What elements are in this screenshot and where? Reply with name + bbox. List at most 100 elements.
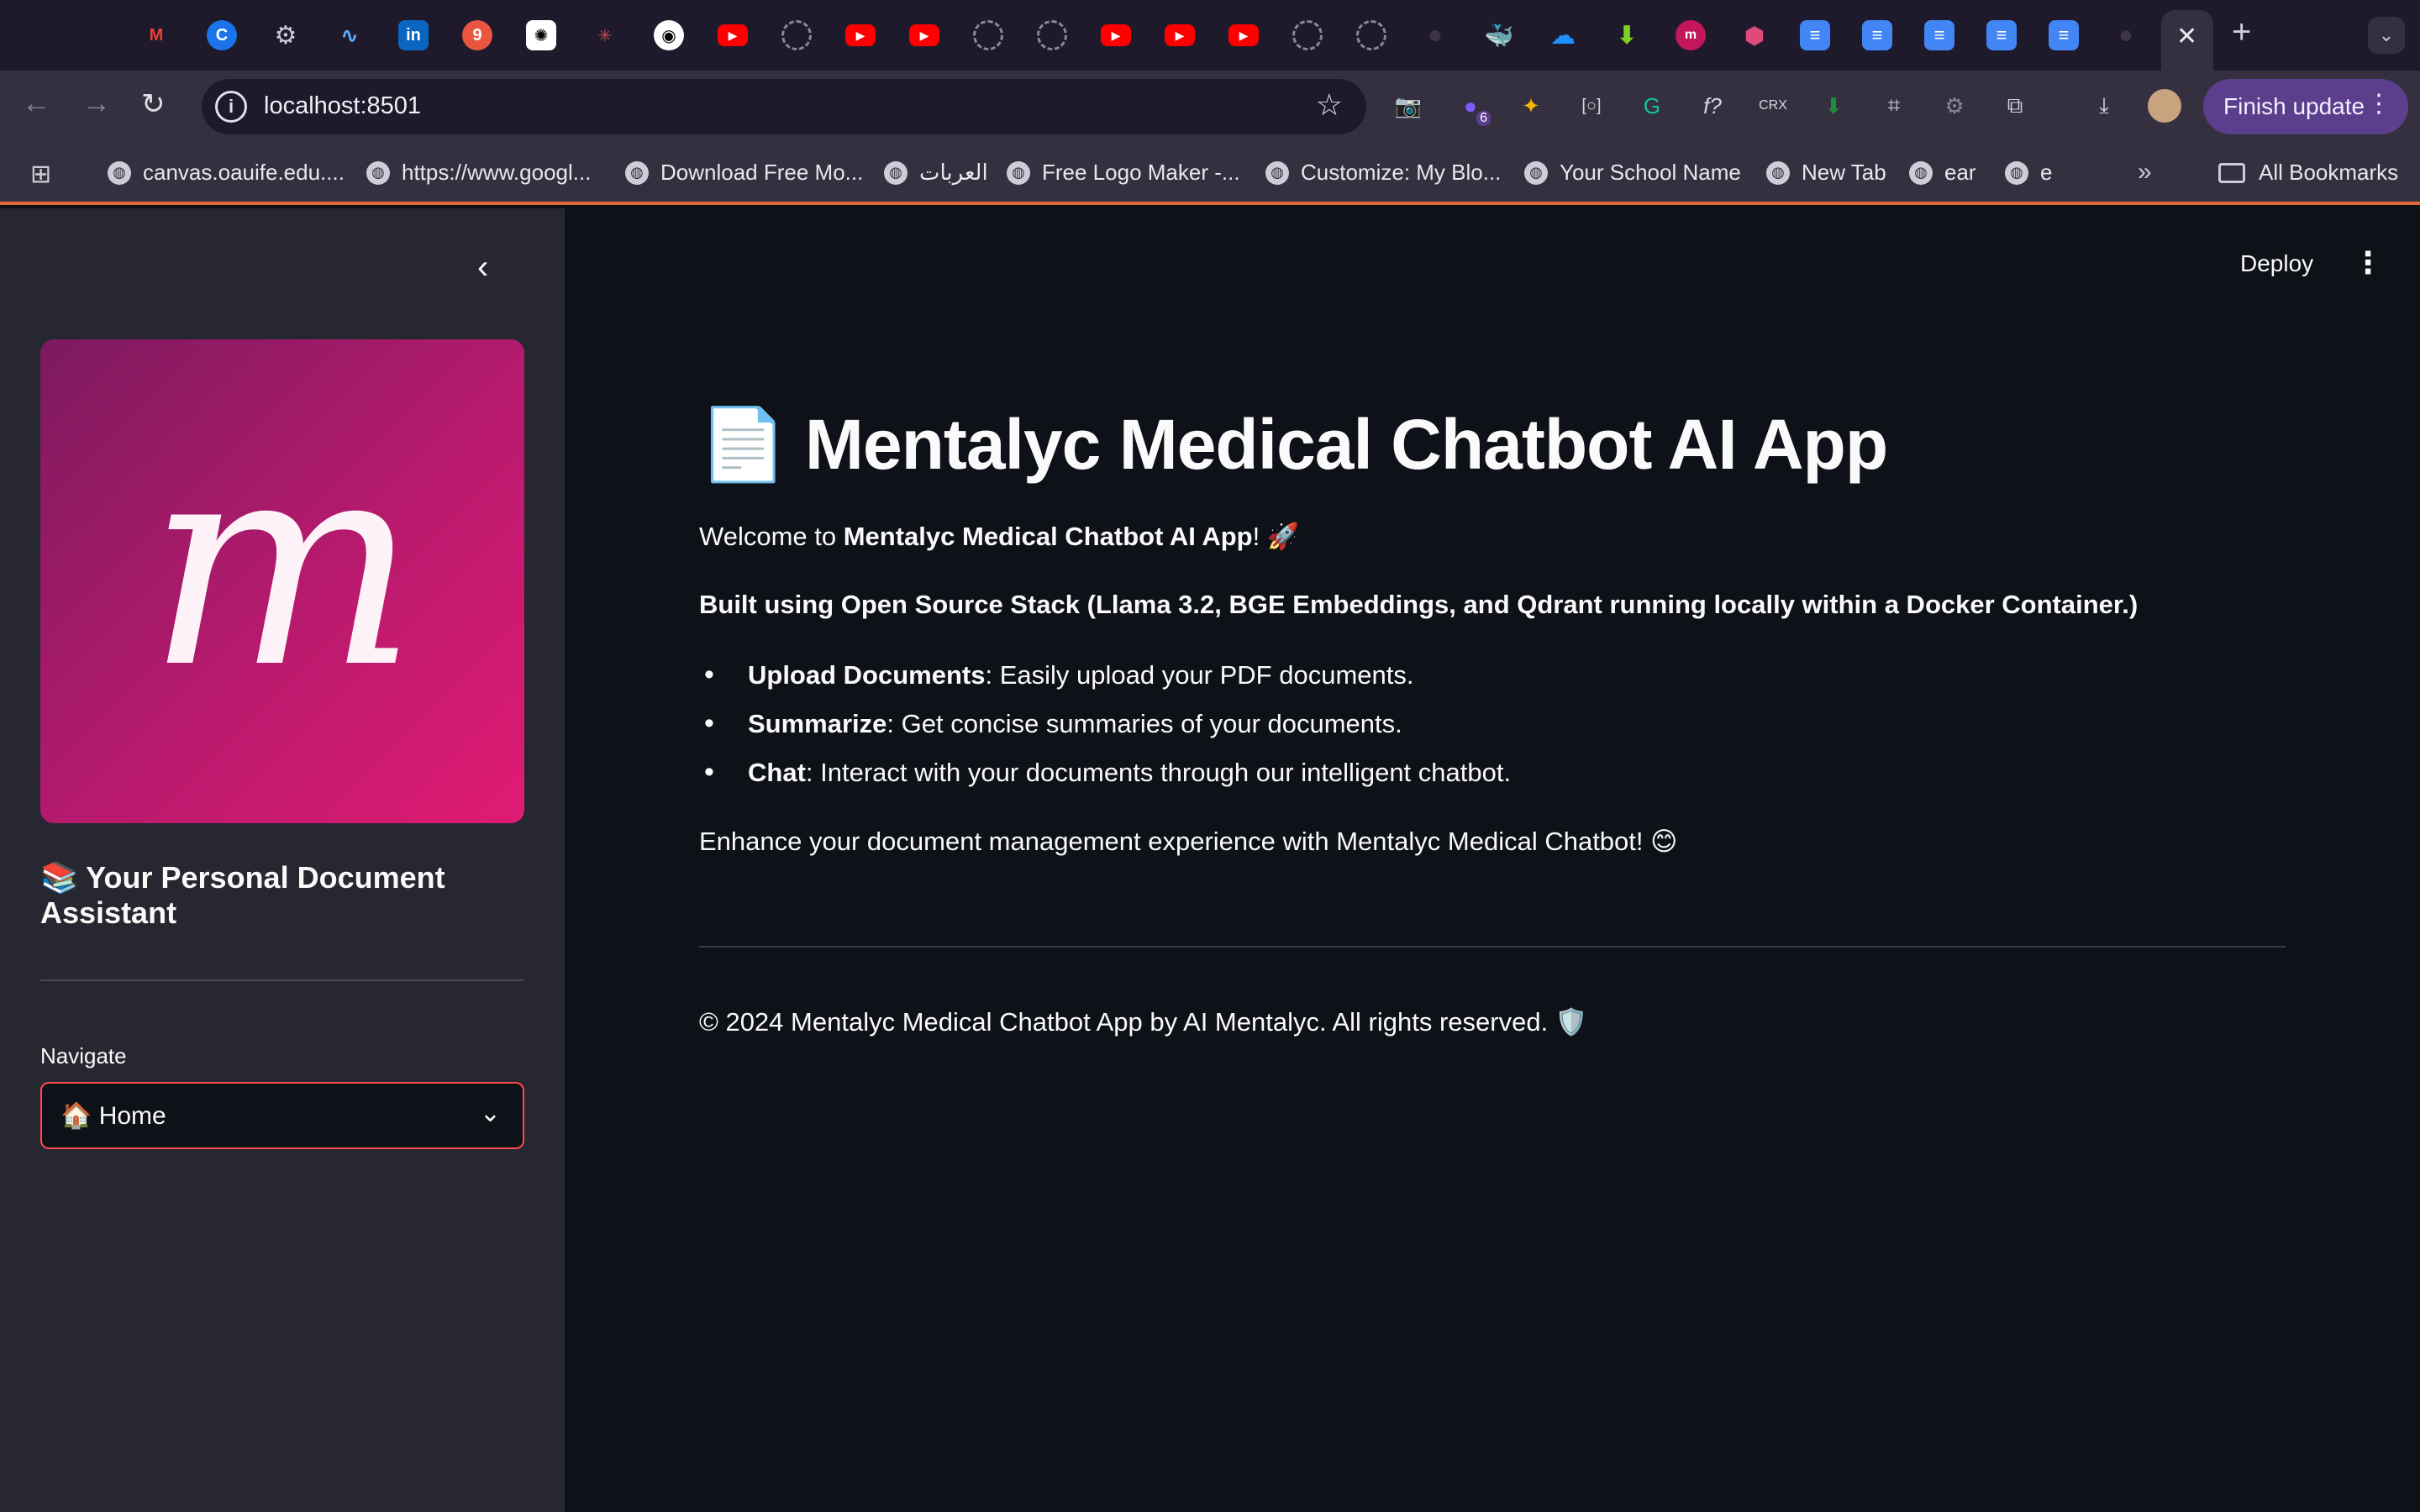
download-arrow-icon[interactable]: ⬇ xyxy=(1612,20,1642,50)
grammarly-icon[interactable]: C xyxy=(207,20,237,50)
list-item: Summarize: Get concise summaries of your… xyxy=(699,707,1511,758)
reload-button[interactable]: ↻ xyxy=(141,87,166,121)
bookmark-item[interactable]: ◍ New Tab xyxy=(1766,160,1886,186)
deploy-button[interactable]: Deploy xyxy=(2240,250,2313,277)
google-docs-icon[interactable]: ≡ xyxy=(2049,20,2079,50)
app-logo: m xyxy=(40,339,524,823)
more-bookmarks-icon[interactable]: » xyxy=(2138,158,2152,186)
navigate-select[interactable]: 🏠 Home ⌄ xyxy=(40,1082,524,1149)
youtube-icon[interactable]: ▶ xyxy=(1101,24,1131,46)
bookmark-item[interactable]: ◍ https://www.googl... xyxy=(366,160,591,186)
google-docs-icon[interactable]: ≡ xyxy=(1924,20,1954,50)
all-bookmarks-button[interactable]: All Bookmarks xyxy=(2218,160,2398,186)
loading-icon[interactable] xyxy=(1292,20,1323,50)
youtube-icon[interactable]: ▶ xyxy=(909,24,939,46)
youtube-icon[interactable]: ▶ xyxy=(718,24,748,46)
apps-grid-icon[interactable]: ⊞ xyxy=(30,160,51,189)
youtube-icon[interactable]: ▶ xyxy=(1165,24,1195,46)
bookmark-item[interactable]: ◍ Download Free Mo... xyxy=(625,160,863,186)
active-tab[interactable]: ✕ xyxy=(2161,10,2213,71)
bookmark-item[interactable]: ◍ Your School Name xyxy=(1524,160,1741,186)
linkedin-icon[interactable]: in xyxy=(398,20,429,50)
bookmark-item[interactable]: ◍ ear xyxy=(1909,160,1976,186)
youtube-icon[interactable]: ▶ xyxy=(845,24,876,46)
collapse-sidebar-chevron-icon[interactable]: ‹ xyxy=(477,249,488,286)
list-item: Upload Documents: Easily upload your PDF… xyxy=(699,659,1511,709)
site-info-icon[interactable]: i xyxy=(215,91,247,123)
crop-icon[interactable]: ⌗ xyxy=(1877,89,1911,123)
github-octocat-icon[interactable]: ◉ xyxy=(654,20,684,50)
globe-icon: ◍ xyxy=(625,160,649,185)
camera-icon[interactable]: 📷 xyxy=(1392,89,1425,123)
crx-icon[interactable]: CRX xyxy=(1756,89,1790,123)
divider xyxy=(699,946,2286,948)
profile-avatar[interactable] xyxy=(2148,89,2181,123)
footer-text: © 2024 Mentalyc Medical Chatbot App by A… xyxy=(699,1007,1588,1037)
extension-badge-count: 6 xyxy=(1476,111,1491,126)
globe-icon: ◍ xyxy=(1007,160,1030,185)
youtube-icon[interactable]: ▶ xyxy=(1228,24,1259,46)
feature-list: Upload Documents: Easily upload your PDF… xyxy=(699,659,1511,806)
finish-update-button[interactable]: Finish update ⋮ xyxy=(2203,79,2408,134)
grammarly-extension-icon[interactable]: G xyxy=(1635,89,1669,123)
bookmark-item[interactable]: ◍ canvas.oauife.edu.... xyxy=(108,160,345,186)
downloads-icon[interactable]: ⤓ xyxy=(2087,89,2121,123)
bookmark-item[interactable]: ◍ العربات xyxy=(884,160,988,186)
cube-icon[interactable]: ⬢ xyxy=(1739,20,1770,50)
loading-icon[interactable] xyxy=(1356,20,1386,50)
chevron-down-icon: ⌄ xyxy=(2378,24,2395,45)
url-text[interactable]: localhost:8501 xyxy=(264,92,421,120)
code-icon[interactable]: [○] xyxy=(1575,89,1608,123)
address-bar[interactable]: i localhost:8501 ☆ xyxy=(202,79,1366,134)
new-tab-button[interactable]: + xyxy=(2232,13,2251,51)
tab-search-button[interactable]: ⌄ xyxy=(2368,17,2405,54)
bookmark-star-icon[interactable]: ☆ xyxy=(1316,87,1343,123)
gear-icon[interactable]: ⚙ xyxy=(271,20,301,50)
close-tab-icon[interactable]: ✕ xyxy=(2176,22,2197,51)
onedrive-icon[interactable]: ☁ xyxy=(1548,20,1578,50)
main-menu-icon[interactable]: ⋮ xyxy=(2353,245,2383,281)
bookmark-item[interactable]: ◍ Customize: My Blo... xyxy=(1265,160,1501,186)
globe-icon: ◍ xyxy=(1524,160,1548,185)
loading-icon[interactable] xyxy=(1037,20,1067,50)
sidebar: ‹ m 📚 Your Personal Document Assistant N… xyxy=(0,208,565,1512)
globe-icon: ◍ xyxy=(108,160,131,185)
google-docs-icon[interactable]: ≡ xyxy=(1986,20,2017,50)
kebab-menu-icon[interactable]: ⋮ xyxy=(2366,89,2391,118)
github-icon[interactable]: ● xyxy=(2111,20,2141,50)
bookmark-item[interactable]: ◍ Free Logo Maker -... xyxy=(1007,160,1240,186)
badge-icon[interactable]: 9 xyxy=(462,20,492,50)
navigate-label: Navigate xyxy=(40,1043,127,1068)
download-extension-icon[interactable]: ⬇ xyxy=(1817,89,1850,123)
google-docs-icon[interactable]: ≡ xyxy=(1862,20,1892,50)
navigate-selected-value: 🏠 Home xyxy=(60,1101,166,1130)
forward-button[interactable]: → xyxy=(82,87,111,120)
folder-icon xyxy=(2218,162,2245,183)
main-content: Deploy ⋮ 📄 Mentalyc Medical Chatbot AI A… xyxy=(565,208,2420,1512)
loading-icon[interactable] xyxy=(781,20,812,50)
globe-icon: ◍ xyxy=(2005,160,2028,185)
chevron-down-icon: ⌄ xyxy=(479,1100,501,1127)
function-icon[interactable]: f? xyxy=(1696,89,1729,123)
mentalyc-icon[interactable]: m xyxy=(1676,20,1706,50)
back-button[interactable]: ← xyxy=(22,87,50,120)
google-docs-icon[interactable]: ≡ xyxy=(1800,20,1830,50)
pulse-icon[interactable]: ∿ xyxy=(334,20,365,50)
globe-icon: ◍ xyxy=(1766,160,1790,185)
extensions-puzzle-icon[interactable]: ⧉ xyxy=(1998,89,2032,123)
bookmark-item[interactable]: ◍ e xyxy=(2005,160,2052,186)
color-picker-icon[interactable]: ✦ xyxy=(1514,89,1548,123)
logo-letter: m xyxy=(146,398,418,731)
sparkle-icon[interactable]: ✳ xyxy=(590,20,620,50)
openai-icon[interactable]: ✺ xyxy=(526,20,556,50)
browser-toolbar: ← → ↻ i localhost:8501 ☆ 📷 ● 6 ✦ [○] G f?… xyxy=(0,71,2420,143)
docker-icon[interactable]: 🐳 xyxy=(1484,20,1514,50)
extension-badge-icon[interactable]: ● 6 xyxy=(1454,89,1491,126)
divider xyxy=(40,979,524,981)
github-icon[interactable]: ● xyxy=(1420,20,1450,50)
globe-icon: ◍ xyxy=(1909,160,1933,185)
settings-extension-icon[interactable]: ⚙ xyxy=(1938,89,1971,123)
loading-icon[interactable] xyxy=(973,20,1003,50)
gmail-icon[interactable]: M xyxy=(141,20,171,50)
page-title: 📄 Mentalyc Medical Chatbot AI App xyxy=(699,405,1888,484)
